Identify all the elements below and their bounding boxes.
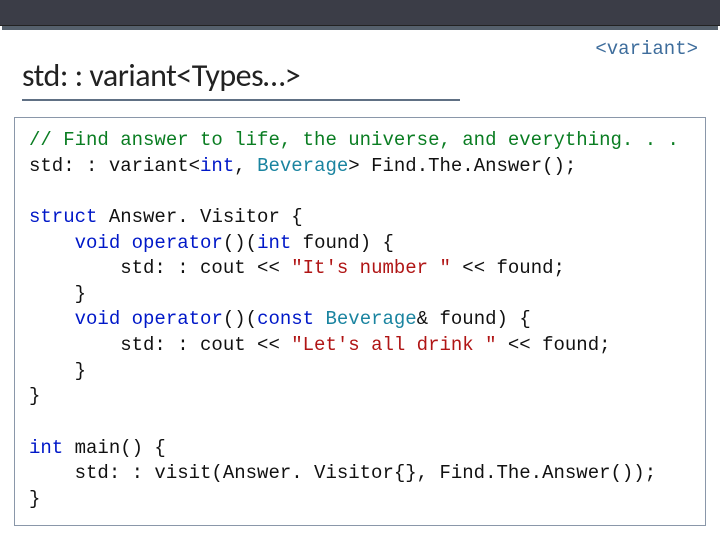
code-keyword: void (75, 232, 121, 254)
header-tag: <variant> (595, 38, 698, 60)
code-text: ()( (223, 308, 257, 330)
title-wrap: std: : variant<Types…> (22, 56, 460, 101)
code-keyword: int (257, 232, 291, 254)
code-text: } (29, 360, 86, 382)
code-text: } (29, 488, 40, 510)
code-text (314, 308, 325, 330)
code-text: , (234, 155, 257, 177)
code-text: main() { (63, 437, 166, 459)
code-text: ()( (223, 232, 257, 254)
code-keyword: void (75, 308, 121, 330)
code-keyword: operator (132, 308, 223, 330)
header-row: <variant> std: : variant<Types…> (0, 30, 720, 107)
code-text: std: : visit(Answer. Visitor{}, Find.The… (29, 462, 656, 484)
code-keyword: operator (132, 232, 223, 254)
code-text: } (29, 283, 86, 305)
code-text: << found; (496, 334, 610, 356)
code-text: } (29, 385, 40, 407)
code-text: std: : cout << (29, 334, 291, 356)
code-keyword: struct (29, 206, 97, 228)
code-type: Beverage (257, 155, 348, 177)
code-keyword: int (200, 155, 234, 177)
slide-title: std: : variant<Types…> (22, 56, 300, 95)
slide-topbar (0, 0, 720, 26)
code-text (120, 232, 131, 254)
code-comment: // Find answer to life, the universe, an… (29, 129, 679, 151)
code-block: // Find answer to life, the universe, an… (14, 117, 706, 526)
code-text: << found; (451, 257, 565, 279)
code-text: > Find.The.Answer(); (348, 155, 576, 177)
code-text (120, 308, 131, 330)
code-string: "Let's all drink " (291, 334, 496, 356)
code-text: std: : cout << (29, 257, 291, 279)
code-keyword: int (29, 437, 63, 459)
code-keyword: const (257, 308, 314, 330)
code-text: & found) { (417, 308, 531, 330)
code-type: Beverage (325, 308, 416, 330)
code-text: Answer. Visitor { (97, 206, 302, 228)
code-string: "It's number " (291, 257, 451, 279)
code-text: std: : variant< (29, 155, 200, 177)
code-text: found) { (291, 232, 394, 254)
